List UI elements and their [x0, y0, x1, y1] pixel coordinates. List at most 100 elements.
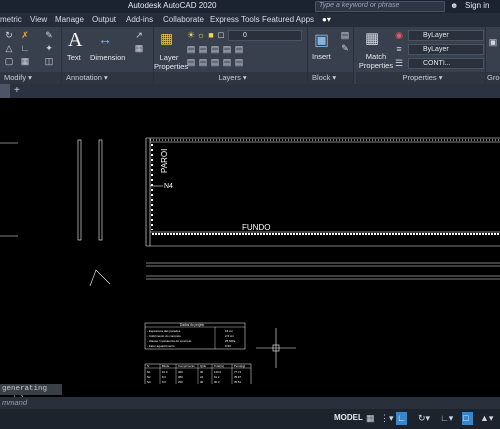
layer-tool-icon[interactable]: ▤ [222, 44, 232, 54]
layer-tool-icon[interactable]: ▤ [210, 44, 220, 54]
search-input[interactable]: Type a keyword or phrase [315, 1, 445, 12]
table-icon[interactable]: ▦ [134, 43, 144, 53]
window-title: Autodesk AutoCAD 2020 [128, 1, 217, 10]
text-button[interactable]: Text [67, 53, 81, 62]
group-label[interactable]: Gro [486, 72, 500, 84]
layer-properties-button[interactable]: Layer Properties [154, 53, 188, 71]
insert-icon[interactable]: ▣ [314, 30, 329, 50]
rebar-detail [98, 139, 103, 241]
create-block-icon[interactable]: ▤ [340, 30, 350, 40]
layer-tool-icon[interactable]: ▤ [210, 57, 220, 67]
group-label[interactable]: Block ▾ [308, 72, 353, 84]
table-cell: 126.0 [214, 370, 221, 374]
offset-icon[interactable]: ◫ [44, 56, 54, 66]
isodraft-icon[interactable]: ∟▾ [440, 413, 453, 424]
drawing-tab[interactable] [0, 84, 10, 98]
color-wheel-icon[interactable]: ◉ [394, 30, 404, 40]
group-label[interactable]: Layers ▾ [154, 72, 307, 84]
label-n4: N4 [164, 183, 173, 190]
trim-icon[interactable]: ✗ [20, 30, 30, 40]
tab-collaborate[interactable]: Collaborate [163, 15, 204, 24]
table-cell: 35.97 [234, 375, 241, 379]
project-data-table: Dados do projeto - Espessura das paredes… [144, 322, 246, 350]
tab-parametric[interactable]: metric [0, 15, 22, 24]
table-header: Comprimento [178, 364, 195, 368]
table-cell: 24 [200, 375, 204, 379]
tab-output[interactable]: Output [92, 15, 116, 24]
linetype-icon[interactable]: ≡ [394, 44, 404, 54]
table-cell: - Cobrimento do concreto [147, 334, 181, 338]
rotate-icon[interactable]: ↻ [4, 30, 14, 40]
linetype-dropdown[interactable]: ByLayer [408, 44, 484, 55]
tab-view[interactable]: View [30, 15, 47, 24]
edit-block-icon[interactable]: ✎ [340, 43, 350, 53]
snap-icon[interactable]: ⋮▾ [380, 413, 394, 424]
tab-featured-apps[interactable]: Featured Apps [262, 15, 314, 24]
label-fundo: FUNDO [242, 223, 270, 232]
tab-manage[interactable]: Manage [55, 15, 84, 24]
table-cell: 380 [178, 375, 183, 379]
lightbulb-icon[interactable]: ☀ [186, 30, 196, 40]
layer-properties-icon[interactable]: ▦ [160, 30, 173, 47]
lineweight-icon[interactable]: ☰ [394, 58, 404, 68]
color-dropdown[interactable]: ByLayer [408, 30, 484, 41]
layer-tool-icon[interactable]: ▤ [198, 44, 208, 54]
erase-icon[interactable]: ✎ [44, 30, 54, 40]
drawing-canvas[interactable]: PAROI N4 FUNDO Dados do projeto - Espess… [0, 98, 500, 384]
group-block: ▣ Insert ▤ ✎ Block ▾ [308, 27, 354, 84]
dimension-button[interactable]: Dimension [90, 53, 125, 62]
match-properties-icon[interactable]: ▦ [365, 29, 379, 47]
object-snap-icon: □ [463, 413, 469, 423]
table-cell: 0.50 [225, 344, 231, 348]
ribbon-tabs: metric View Manage Output Add-ins Collab… [0, 13, 500, 27]
more-tabs-icon[interactable]: ●▾ [322, 15, 331, 24]
group-label[interactable]: Annotation ▾ [62, 72, 153, 84]
leader-icon[interactable]: ↗ [134, 30, 144, 40]
explode-icon[interactable]: ✦ [44, 43, 54, 53]
scale-icon[interactable]: ▢ [4, 56, 14, 66]
model-tab[interactable]: MODEL [334, 413, 363, 422]
lineweight-dropdown[interactable]: CONTI... [408, 58, 484, 69]
insert-button[interactable]: Insert [312, 52, 331, 61]
group-layers: ▦ Layer Properties ☀ ☼ ■ □ 0 ▤ ▤ ▤ ▤ ▤ ▤… [154, 27, 308, 84]
layer-tool-icon[interactable]: ▤ [198, 57, 208, 67]
polar-icon[interactable]: ↻▾ [418, 413, 430, 424]
command-input[interactable]: mmand [0, 397, 500, 409]
user-icon[interactable]: ☻ [450, 1, 458, 10]
dimension-icon[interactable]: ↔ [98, 31, 112, 47]
tab-add-ins[interactable]: Add-ins [126, 15, 153, 24]
group-groups: ▣ Gro [486, 27, 500, 84]
layer-tool-icon[interactable]: ▤ [186, 57, 196, 67]
group-icon[interactable]: ▣ [488, 37, 498, 47]
sign-in-link[interactable]: Sign in [465, 1, 489, 10]
color-swatch-icon[interactable]: □ [216, 30, 226, 40]
group-properties: ▦ Match Properties ◉ ≡ ☰ ByLayer ByLayer… [356, 27, 486, 84]
layer-tool-icon[interactable]: ▤ [234, 44, 244, 54]
lock-icon[interactable]: ■ [206, 30, 216, 40]
table-cell: 77.74 [234, 370, 241, 374]
layer-tool-icon[interactable]: ▤ [234, 57, 244, 67]
sun-icon[interactable]: ☼ [196, 30, 206, 40]
match-properties-button[interactable]: Match Properties [358, 52, 394, 70]
table-cell: N3 [147, 380, 151, 384]
annotation-scale-icon[interactable]: ▲▾ [480, 413, 493, 424]
group-modify: ↻ ✗ ✎ △ ∟ ✦ ▢ ▦ ◫ Modify ▾ [0, 27, 62, 84]
grid-icon[interactable]: ▦ [366, 413, 375, 424]
table-header: Peso(kg) [234, 364, 245, 368]
tab-express-tools[interactable]: Express Tools [210, 15, 260, 24]
ortho-icon: ∟ [397, 413, 406, 423]
new-tab-icon[interactable]: + [14, 85, 20, 96]
layer-tool-icon[interactable]: ▤ [186, 44, 196, 54]
group-label[interactable]: Modify ▾ [0, 72, 61, 84]
table-cell: 90.0 [214, 380, 220, 384]
text-icon[interactable]: A [68, 29, 82, 52]
fillet-icon[interactable]: ∟ [20, 43, 30, 53]
layer-dropdown[interactable]: 0 [228, 30, 302, 41]
hook-detail [89, 269, 111, 287]
mirror-icon[interactable]: △ [4, 43, 14, 53]
group-label[interactable]: Properties ▾ [356, 72, 485, 84]
array-icon[interactable]: ▦ [20, 56, 30, 66]
title-bar: Autodesk AutoCAD 2020 Type a keyword or … [0, 0, 500, 13]
command-history: generating model. [0, 384, 62, 404]
layer-tool-icon[interactable]: ▤ [222, 57, 232, 67]
